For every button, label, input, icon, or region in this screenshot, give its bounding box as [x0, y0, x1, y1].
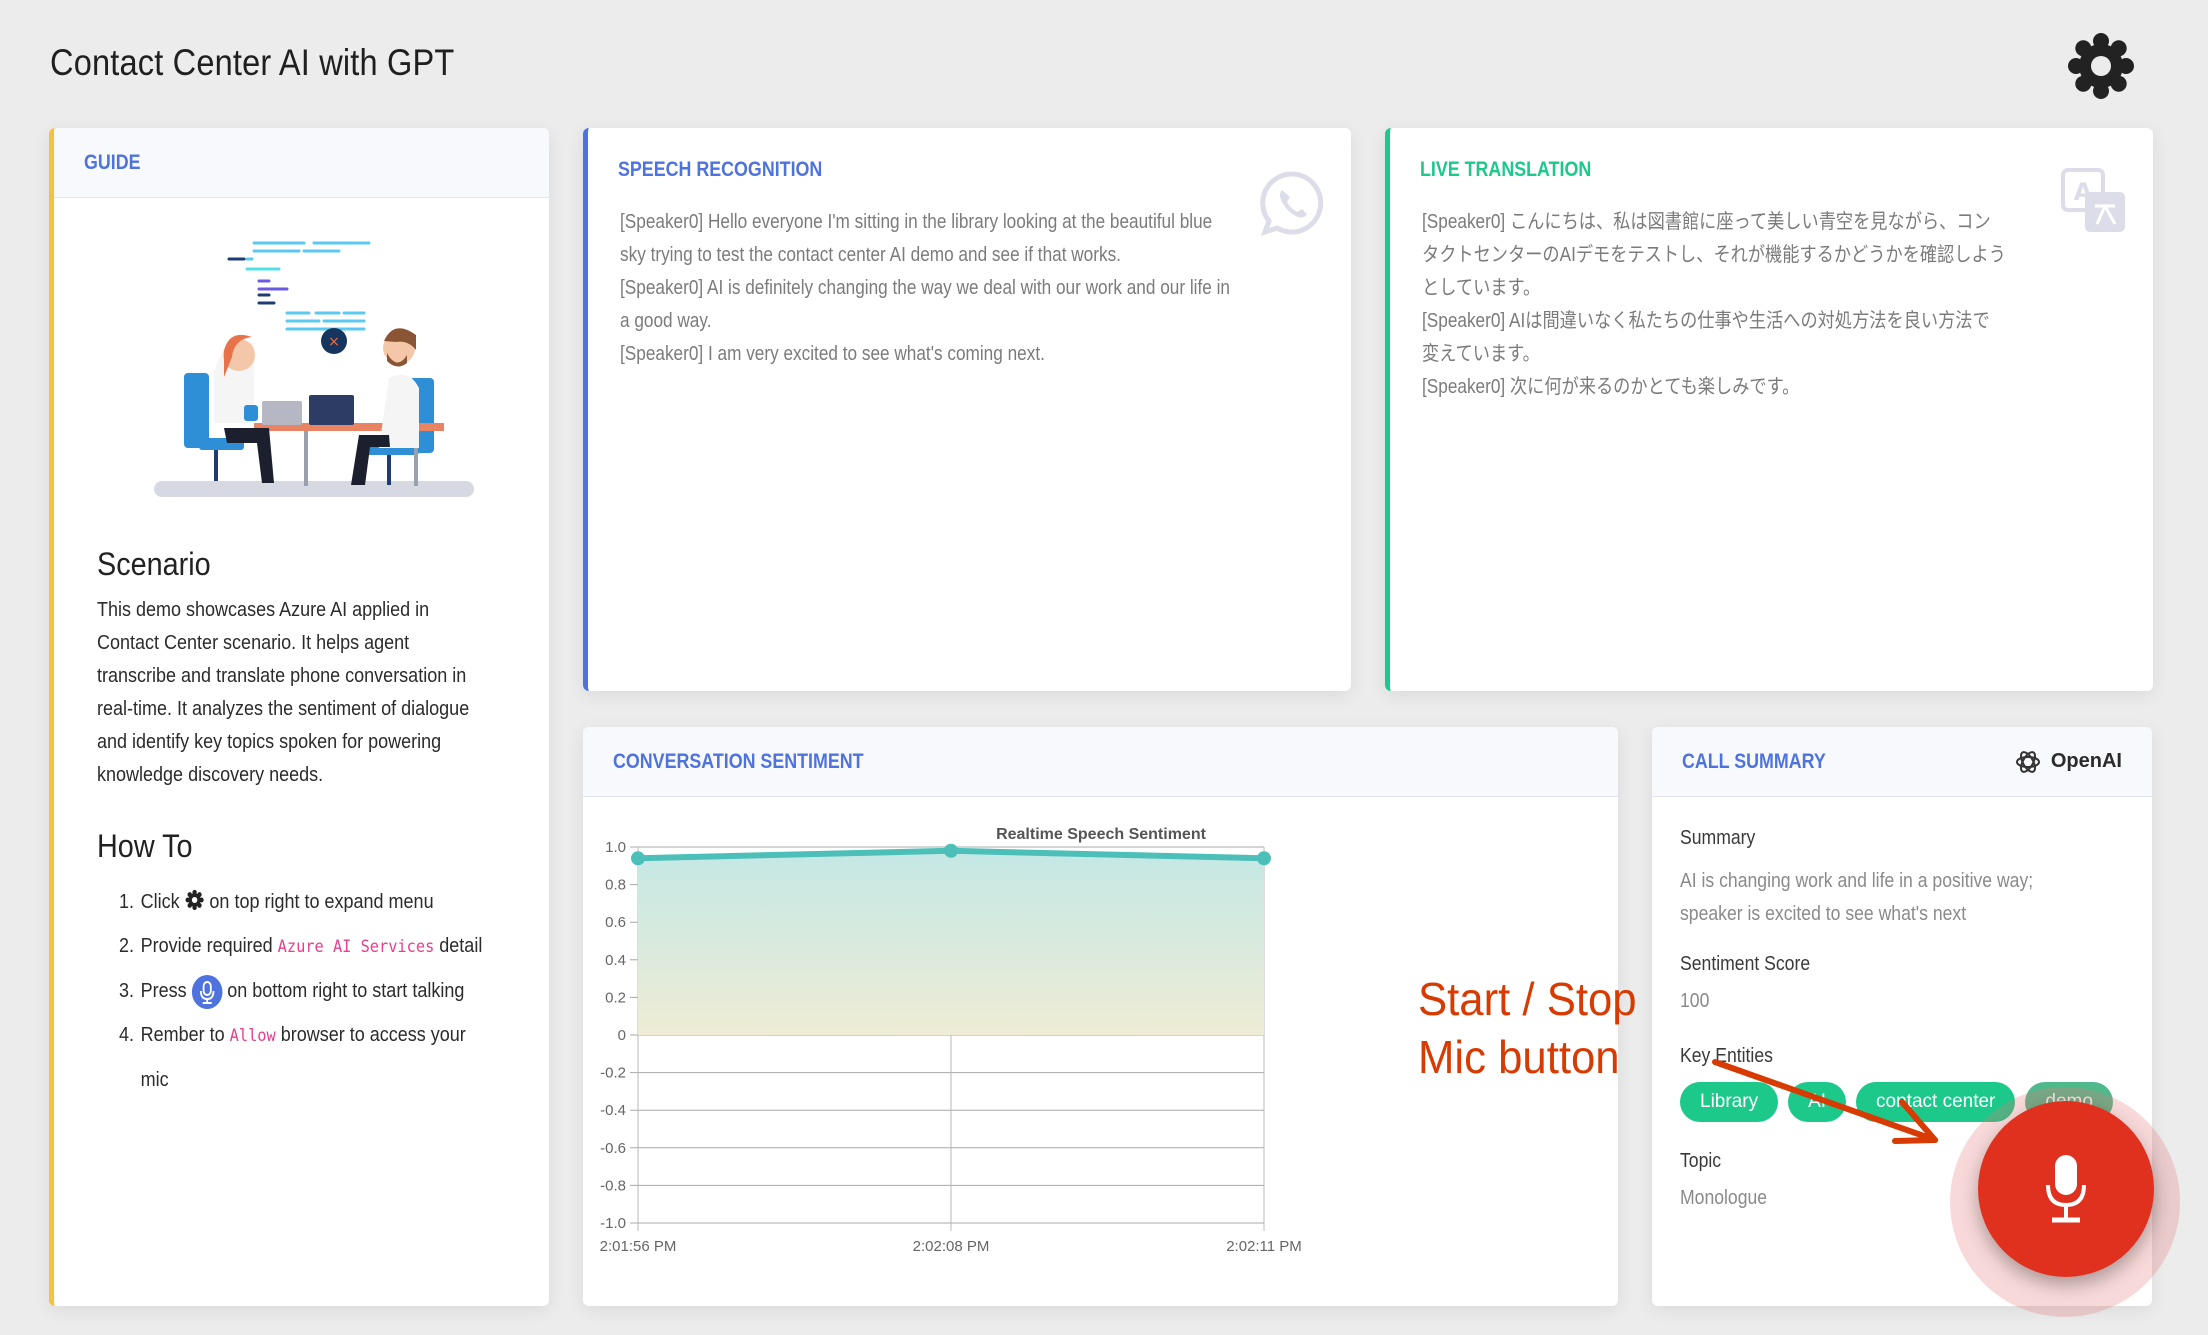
y-tick-label: 0.6	[605, 914, 626, 931]
entity-chip: Library	[1680, 1082, 1779, 1122]
speech-recognition-card: SPEECH RECOGNITION [Speaker0] Hello ever…	[583, 128, 1351, 691]
howto-step: 1. Click on top right to expand menu	[119, 889, 434, 913]
whatsapp-phone-icon	[1260, 171, 1324, 237]
translation-title: LIVE TRANSLATION	[1420, 158, 1592, 181]
data-point	[944, 843, 958, 858]
y-tick-label: 0.8	[605, 877, 626, 894]
openai-logo-icon	[2015, 750, 2040, 773]
app-title: Contact Center AI with GPT	[50, 42, 455, 83]
howto-heading: How To	[97, 828, 193, 864]
scenario-text: This demo showcases Azure AI applied in …	[97, 599, 470, 786]
gear-icon	[185, 889, 204, 911]
guide-header: GUIDE	[54, 128, 549, 198]
translation-line: [Speaker0] AIは間違いなく私たちの仕事や生活への対処方法を良い方法で…	[1422, 310, 1990, 365]
transcript-line: [Speaker0] AI is definitely changing the…	[620, 277, 1230, 332]
transcript-line: [Speaker0] Hello everyone I'm sitting in…	[620, 211, 1213, 266]
y-tick-label: -0.6	[600, 1140, 626, 1157]
guide-card: GUIDE × Scenario This demo showcases Azu…	[49, 128, 549, 1306]
translate-icon: A	[2061, 168, 2125, 232]
mic-icon	[191, 974, 223, 1009]
scenario-heading: Scenario	[97, 546, 211, 582]
summary-text: AI is changing work and life in a positi…	[1680, 870, 2034, 925]
sentiment-score-value: 100	[1680, 990, 1710, 1012]
summary-title: CALL SUMMARY	[1682, 749, 1826, 773]
y-tick-label: 0.2	[605, 989, 626, 1006]
sentiment-area	[638, 850, 1264, 1035]
howto-step: 3. Press on bottom right to start talkin…	[119, 969, 497, 1013]
howto-step: 2. Provide required Azure AI Services de…	[119, 935, 483, 957]
howto-steps: 1. Click on top right to expand menu 2. …	[119, 880, 497, 1102]
speech-title: SPEECH RECOGNITION	[618, 158, 823, 181]
illustration-image: ×	[154, 241, 474, 497]
mic-button[interactable]	[1978, 1101, 2154, 1277]
data-point	[1257, 851, 1271, 866]
guide-title: GUIDE	[84, 150, 141, 174]
speech-transcript: [Speaker0] Hello everyone I'm sitting in…	[620, 206, 1230, 371]
topic-label: Topic	[1680, 1150, 1722, 1172]
code-allow: Allow	[229, 1026, 276, 1046]
chart-title: Realtime Speech Sentiment	[996, 826, 1207, 843]
gear-icon	[2068, 33, 2134, 99]
code-azure-ai-services: Azure AI Services	[277, 937, 435, 957]
x-tick-label: 2:01:56 PM	[600, 1238, 677, 1255]
translation-line: [Speaker0] 次に何が来るのかとても楽しみです。	[1422, 376, 1800, 398]
y-tick-label: -1.0	[600, 1215, 626, 1232]
sentiment-score-label: Sentiment Score	[1680, 953, 1811, 975]
openai-label: OpenAI	[2050, 750, 2122, 772]
howto-step: 4. Rember to Allow browser to access you…	[119, 1024, 466, 1091]
data-point	[631, 851, 645, 866]
y-tick-label: -0.8	[600, 1177, 626, 1194]
y-tick-label: -0.4	[600, 1102, 626, 1119]
translation-line: [Speaker0] こんにちは、私は図書館に座って美しい青空を見ながら、コンタ…	[1422, 211, 2006, 299]
summary-label: Summary	[1680, 827, 1756, 849]
settings-button[interactable]	[2065, 30, 2137, 102]
entity-chip: AI	[1788, 1082, 1847, 1122]
sentiment-header: CONVERSATION SENTIMENT	[583, 727, 1618, 797]
y-tick-label: 0.4	[605, 952, 626, 969]
live-translation-card: LIVE TRANSLATION A [Speaker0] こんにちは、私は図書…	[1385, 128, 2153, 691]
sentiment-title: CONVERSATION SENTIMENT	[613, 749, 864, 773]
openai-brand: OpenAI	[2013, 747, 2122, 777]
y-tick-label: 0	[618, 1027, 626, 1044]
summary-header: CALL SUMMARY OpenAI	[1652, 727, 2152, 797]
y-tick-label: -0.2	[600, 1065, 626, 1082]
svg-text:×: ×	[328, 334, 340, 350]
x-tick-label: 2:02:08 PM	[913, 1238, 990, 1255]
x-tick-label: 2:02:11 PM	[1226, 1238, 1302, 1255]
annotation-label: Start / Stop Mic button	[1418, 973, 1637, 1083]
mic-icon	[2046, 1155, 2086, 1223]
y-tick-label: 1.0	[605, 839, 626, 856]
translation-transcript: [Speaker0] こんにちは、私は図書館に座って美しい青空を見ながら、コンタ…	[1422, 206, 2006, 404]
transcript-line: [Speaker0] I am very excited to see what…	[620, 343, 1045, 365]
key-entities-label: Key Entities	[1680, 1045, 1773, 1067]
